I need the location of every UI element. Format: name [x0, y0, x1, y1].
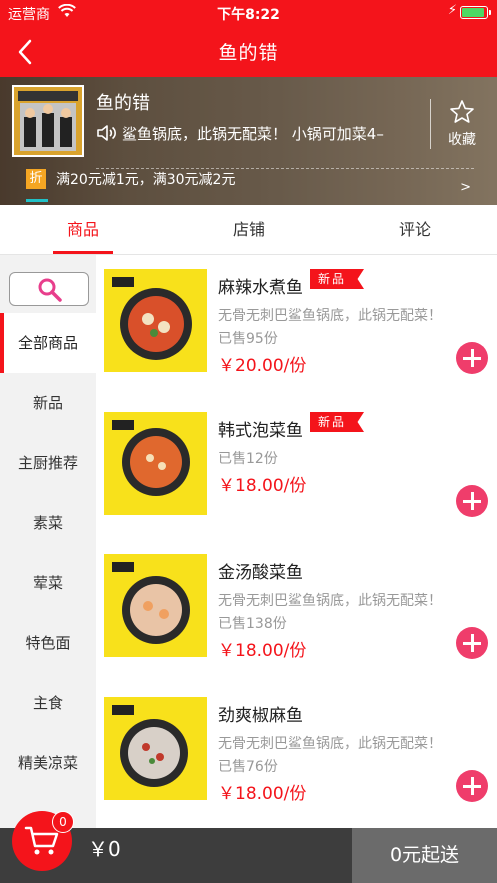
product-price: ￥18.00/份 [218, 641, 307, 661]
header-indicator [26, 199, 48, 202]
search-button[interactable] [9, 272, 89, 306]
top-bar: 运营商 下午8:22 ⚡ 鱼的错 [0, 0, 497, 77]
sidebar-item-noodles[interactable]: 特色面 [0, 613, 96, 673]
sidebar-item-cold-dishes[interactable]: 精美凉菜 [0, 733, 96, 793]
sidebar-item-chef-recommend[interactable]: 主厨推荐 [0, 433, 96, 493]
sidebar-item-all[interactable]: 全部商品 [0, 313, 96, 373]
promo-text: 满20元减1元，满30元减2元 [56, 172, 236, 188]
charging-icon: ⚡ [447, 3, 457, 18]
clock: 下午8:22 [217, 7, 280, 23]
product-sold: 已售76份 [218, 759, 278, 775]
sidebar-item-staples[interactable]: 主食 [0, 673, 96, 733]
add-to-cart-button[interactable] [456, 485, 488, 517]
sidebar-item-meat[interactable]: 荤菜 [0, 553, 96, 613]
add-to-cart-button[interactable] [456, 770, 488, 802]
product-price: ￥18.00/份 [218, 476, 307, 496]
tab-products[interactable]: 商品 [0, 205, 166, 254]
product-image [104, 412, 207, 515]
add-to-cart-button[interactable] [456, 342, 488, 374]
cart-count-badge: 0 [52, 811, 74, 833]
product-sold: 已售95份 [218, 331, 278, 347]
product-description: 无骨无刺巴鲨鱼锅底，此锅无配菜！ [218, 308, 442, 324]
product-list: 麻辣水煮鱼 新品 无骨无刺巴鲨鱼锅底，此锅无配菜！ 已售95份 ￥20.00/份… [96, 255, 497, 828]
product-description: 无骨无刺巴鲨鱼锅底，此锅无配菜！ [218, 593, 442, 609]
product-sold: 已售138份 [218, 616, 287, 632]
product-description: 无骨无刺巴鲨鱼锅底，此锅无配菜！ [218, 736, 442, 752]
product-name: 韩式泡菜鱼 [218, 421, 303, 441]
product-price: ￥18.00/份 [218, 784, 307, 804]
shop-notice: 鲨鱼锅底，此锅无配菜！ 小锅可加菜4– [122, 125, 384, 143]
shop-logo-image [12, 85, 84, 157]
battery-icon [460, 6, 491, 19]
tab-active-underline [53, 251, 113, 254]
sidebar-item-new[interactable]: 新品 [0, 373, 96, 433]
speaker-icon [97, 125, 116, 141]
product-name: 劲爽椒麻鱼 [218, 706, 303, 726]
status-bar: 运营商 下午8:22 ⚡ [0, 0, 497, 26]
checkout-button[interactable]: 0元起送 [352, 828, 497, 883]
tab-bar: 商品 店铺 评论 [0, 205, 497, 255]
favorite-label: 收藏 [448, 132, 476, 148]
favorite-button[interactable]: 收藏 [438, 99, 486, 149]
tab-reviews[interactable]: 评论 [332, 205, 497, 254]
category-sidebar: 全部商品 新品 主厨推荐 素菜 荤菜 特色面 主食 精美凉菜 [0, 255, 96, 828]
star-icon [450, 100, 474, 123]
cart-total: ￥0 [88, 837, 121, 861]
shop-header: 鱼的错 鲨鱼锅底，此锅无配菜！ 小锅可加菜4– 收藏 折 满20元减1元，满30… [0, 77, 497, 205]
product-item[interactable]: 金汤酸菜鱼 无骨无刺巴鲨鱼锅底，此锅无配菜！ 已售138份 ￥18.00/份 [96, 540, 497, 680]
product-item[interactable]: 麻辣水煮鱼 新品 无骨无刺巴鲨鱼锅底，此锅无配菜！ 已售95份 ￥20.00/份 [96, 255, 497, 395]
product-name: 金汤酸菜鱼 [218, 563, 303, 583]
divider [430, 99, 431, 149]
product-price: ￥20.00/份 [218, 356, 307, 376]
promo-expand-arrow[interactable]: > [460, 180, 471, 195]
page-title: 鱼的错 [218, 42, 279, 64]
tab-store[interactable]: 店铺 [166, 205, 332, 254]
new-tag: 新品 [310, 269, 365, 289]
product-image [104, 697, 207, 800]
product-sold: 已售12份 [218, 451, 278, 467]
product-name: 麻辣水煮鱼 [218, 278, 303, 298]
new-tag: 新品 [310, 412, 365, 432]
add-to-cart-button[interactable] [456, 627, 488, 659]
product-item[interactable]: 韩式泡菜鱼 新品 已售12份 ￥18.00/份 [96, 398, 497, 538]
discount-badge: 折 [26, 169, 46, 189]
product-image [104, 554, 207, 657]
search-icon [38, 278, 62, 302]
product-image [104, 269, 207, 372]
sidebar-item-vegetables[interactable]: 素菜 [0, 493, 96, 553]
product-item[interactable]: 劲爽椒麻鱼 无骨无刺巴鲨鱼锅底，此锅无配菜！ 已售76份 ￥18.00/份 [96, 683, 497, 823]
shop-name: 鱼的错 [96, 93, 150, 114]
